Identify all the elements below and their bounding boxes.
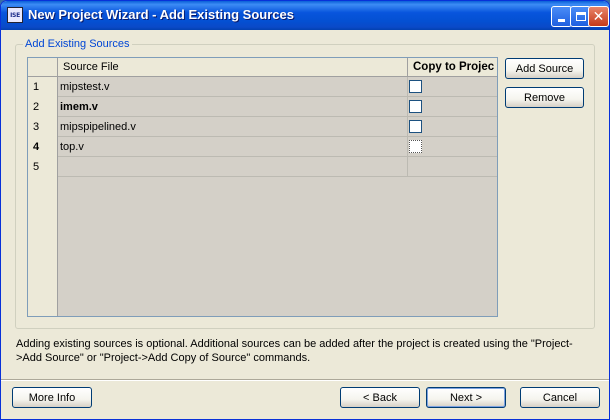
copy-cell	[409, 137, 497, 157]
group-label: Add Existing Sources	[23, 38, 132, 50]
copy-checkbox[interactable]	[409, 80, 422, 93]
copy-cell	[409, 97, 497, 117]
back-button[interactable]: < Back	[340, 387, 420, 408]
row-number[interactable]: 1	[28, 77, 58, 97]
grid-corner[interactable]	[28, 58, 58, 77]
table-row[interactable]: 2 imem.v	[28, 97, 497, 117]
copy-checkbox[interactable]	[409, 120, 422, 133]
more-info-button[interactable]: More Info	[12, 387, 92, 408]
table-row[interactable]: 4 top.v	[28, 137, 497, 157]
source-file-cell[interactable]: mipstest.v	[59, 77, 408, 97]
window-title: New Project Wizard - Add Existing Source…	[28, 7, 294, 22]
close-icon: ✕	[592, 8, 605, 25]
source-file-cell[interactable]	[59, 157, 408, 177]
copy-cell[interactable]	[409, 157, 497, 177]
cancel-button[interactable]: Cancel	[520, 387, 600, 408]
table-row[interactable]: 1 mipstest.v	[28, 77, 497, 97]
add-source-button[interactable]: Add Source	[505, 58, 584, 79]
next-button[interactable]: Next >	[426, 387, 506, 408]
copy-cell	[409, 117, 497, 137]
copy-checkbox[interactable]	[409, 100, 422, 113]
sources-grid[interactable]: Source File Copy to Projec 1 mipstest.v …	[27, 57, 498, 317]
info-text: Adding existing sources is optional. Add…	[16, 338, 573, 364]
minimize-icon	[558, 19, 565, 22]
source-file-cell[interactable]: mipspipelined.v	[59, 117, 408, 137]
remove-button[interactable]: Remove	[505, 87, 584, 108]
row-number[interactable]: 4	[28, 137, 58, 157]
maximize-icon	[575, 12, 586, 21]
wizard-window: ISE New Project Wizard - Add Existing So…	[0, 0, 610, 420]
column-header-source-file[interactable]: Source File	[59, 58, 408, 77]
separator	[1, 379, 609, 381]
source-file-cell[interactable]: imem.v	[59, 97, 408, 117]
close-button[interactable]: ✕	[588, 6, 609, 27]
grid-header: Source File Copy to Projec	[28, 58, 497, 77]
app-icon: ISE	[7, 7, 23, 23]
row-number[interactable]: 5	[28, 157, 58, 177]
source-file-cell[interactable]: top.v	[59, 137, 408, 157]
table-row[interactable]: 5	[28, 157, 497, 177]
title-bar[interactable]: ISE New Project Wizard - Add Existing So…	[1, 1, 609, 30]
row-number[interactable]: 3	[28, 117, 58, 137]
table-row[interactable]: 3 mipspipelined.v	[28, 117, 497, 137]
copy-checkbox[interactable]	[409, 140, 422, 153]
minimize-button[interactable]	[551, 6, 572, 27]
column-header-copy-to-project[interactable]: Copy to Projec	[409, 58, 497, 77]
row-number[interactable]: 2	[28, 97, 58, 117]
copy-cell	[409, 77, 497, 97]
